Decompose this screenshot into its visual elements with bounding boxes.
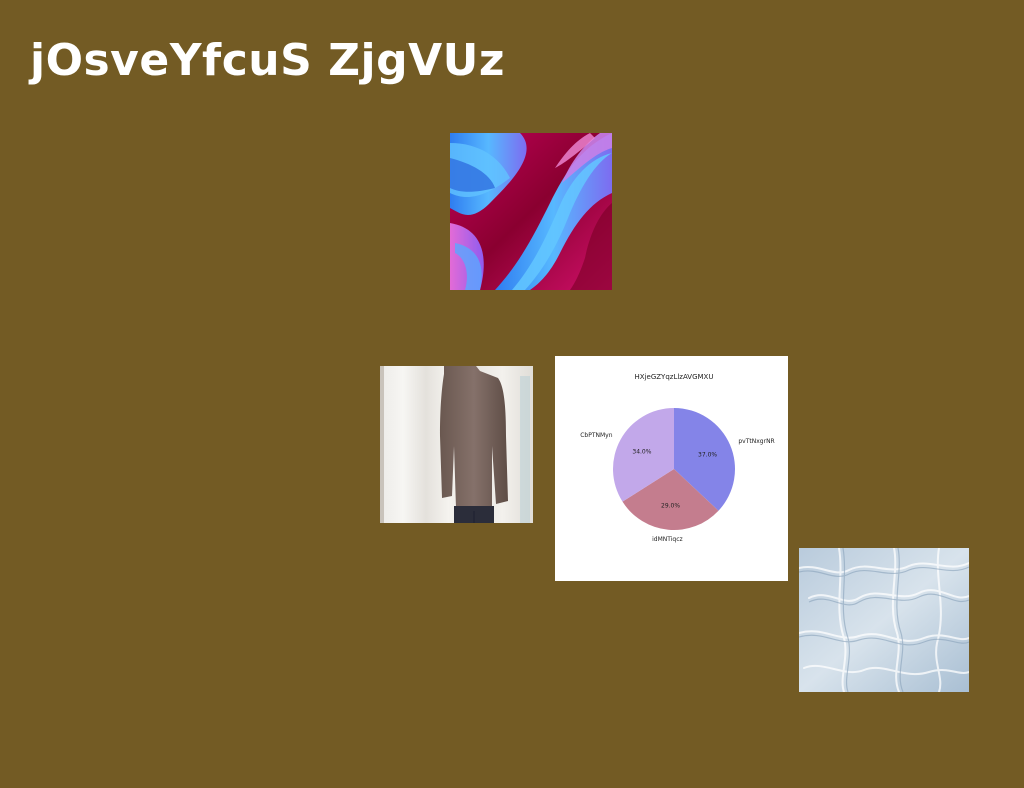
pie-category-label: CbPTNMyn [580, 432, 612, 439]
pie-percent-label: 29.0% [661, 502, 680, 509]
pie-category-label: pvTtNxgrNR [738, 438, 774, 445]
fabric-texture-graphic [799, 548, 969, 692]
page-title: jOsveYfcuS ZjgVUz [30, 35, 505, 86]
pie-chart: HXjeGZYqzLlzAVGMXU 37.0% pvTtNxgrNR 29.0% i… [555, 356, 788, 581]
abstract-waves-image [450, 133, 612, 290]
pie-chart-svg: HXjeGZYqzLlzAVGMXU 37.0% pvTtNxgrNR 29.0% i… [580, 373, 775, 543]
abstract-waves-graphic [450, 133, 612, 290]
pie-percent-label: 37.0% [698, 451, 717, 458]
chart-title: HXjeGZYqzLlzAVGMXU [635, 373, 714, 381]
person-photo [380, 366, 533, 523]
pie-percent-label: 34.0% [632, 448, 651, 455]
person-photo-graphic [380, 366, 533, 523]
pie-category-label: idMNTiqcz [652, 536, 683, 543]
fabric-texture-image [799, 548, 969, 692]
